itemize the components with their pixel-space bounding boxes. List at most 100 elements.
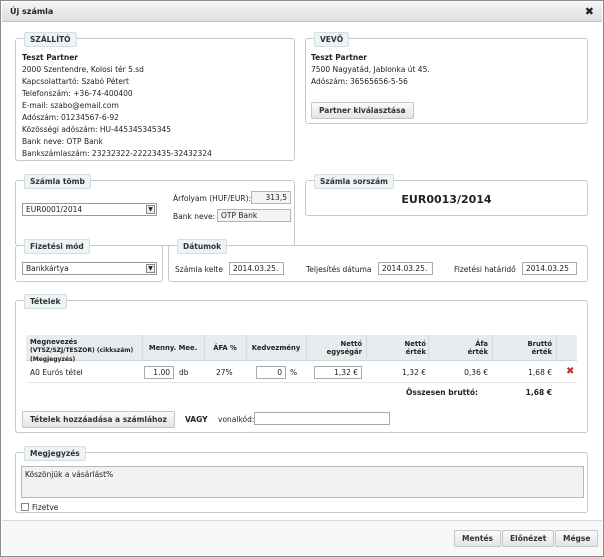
column-divider: [142, 335, 143, 361]
close-icon[interactable]: ✖: [585, 5, 594, 18]
buyer-panel: VEVŐ Teszt Partner 7500 Nagyatád, Jablon…: [305, 32, 588, 124]
chevron-down-icon: ▼: [146, 264, 155, 273]
barcode-input[interactable]: [254, 412, 390, 425]
col-vat-header: ÁFA %: [213, 344, 237, 352]
column-divider: [246, 335, 247, 361]
item-name: A0 Eurós tétel: [30, 368, 83, 377]
seller-legend: SZÁLLÍTÓ: [24, 32, 77, 47]
invoice-serial-panel: Számla sorszám EUR0013/2014: [305, 174, 588, 216]
seller-eu-tax-number: Közösségi adószám: HU-445345345345: [22, 125, 172, 134]
col-unit-net-header: Nettó egységár: [308, 340, 362, 356]
seller-panel: SZÁLLÍTÓ Teszt Partner 2000 Szentendre, …: [15, 32, 295, 161]
fulfilment-date-label: Teljesítés dátuma: [306, 265, 372, 274]
dialog-title: Új számla: [10, 7, 54, 16]
column-divider: [306, 335, 307, 361]
due-date-field[interactable]: 2014.03.25: [522, 262, 577, 275]
item-unit: db: [179, 368, 189, 377]
payment-method-selected: Bankkártya: [26, 264, 69, 273]
col-name-subtitle-2: (Megjegyzés): [30, 356, 76, 363]
due-date-label: Fizetési határidő: [454, 265, 516, 274]
seller-account: Bankszámlaszám: 23232322-22223435-324323…: [22, 149, 212, 158]
new-invoice-dialog: Új számla ✖ SZÁLLÍTÓ Teszt Partner 2000 …: [0, 0, 604, 557]
bank-name-label: Bank neve:: [173, 212, 216, 221]
col-vat-value-title: Áfa: [475, 340, 488, 348]
seller-tax-number: Adószám: 01234567-6-92: [22, 113, 119, 122]
select-partner-button[interactable]: Partner kiválasztása: [311, 102, 414, 119]
item-discount-input[interactable]: 0: [256, 366, 286, 379]
dialog-footer: Mentés Előnézet Mégse: [2, 520, 602, 555]
item-quantity-input[interactable]: 1.00: [144, 366, 174, 379]
column-divider: [556, 335, 557, 361]
col-name-subtitle-1: (VTSZ/SZJ/TESZOR) (cikkszám): [30, 347, 134, 354]
payment-method-select[interactable]: Bankkártya ▼: [22, 262, 157, 275]
col-net-header: Nettó érték: [368, 340, 426, 356]
invoice-block-selected: EUR0001/2014: [26, 205, 83, 214]
invoice-serial-legend: Számla sorszám: [314, 174, 394, 189]
note-textarea[interactable]: Köszönjük a vásárlást%: [21, 466, 584, 498]
col-discount-header: Kedvezmény: [251, 344, 301, 352]
chevron-down-icon: ▼: [146, 205, 155, 214]
col-vat-value-header: Áfa érték: [430, 340, 488, 356]
dates-panel: Dátumok Számla kelte 2014.03.25. Teljesí…: [168, 239, 588, 282]
seller-email: E-mail: szabo@email.com: [22, 101, 119, 110]
col-unit-net-subtitle: egységár: [326, 348, 362, 356]
preview-button[interactable]: Előnézet: [502, 530, 555, 547]
payment-method-panel: Fizetési mód Bankkártya ▼: [15, 239, 163, 282]
col-net-title: Nettó: [404, 340, 426, 348]
seller-bank: Bank neve: OTP Bank: [22, 137, 103, 146]
dialog-body: SZÁLLÍTÓ Teszt Partner 2000 Szentendre, …: [2, 23, 602, 520]
table-row: A0 Eurós tétel 1.00 db 27% 0 % 1,32 € 1,…: [26, 363, 577, 383]
buyer-address: 7500 Nagyatád, Jablonka út 45.: [311, 65, 430, 74]
seller-address: 2000 Szentendre, Kolosi tér 5.sd: [22, 65, 144, 74]
dialog-titlebar: Új számla ✖: [2, 2, 602, 22]
issue-date-field[interactable]: 2014.03.25.: [229, 262, 284, 275]
col-gross-subtitle: érték: [531, 348, 552, 356]
item-discount-unit: %: [290, 368, 298, 377]
bank-name-value: OTP Bank: [217, 209, 291, 222]
total-gross-label: Összesen bruttó:: [406, 388, 478, 397]
item-vat-rate: 27%: [216, 368, 233, 377]
col-name-title: Megnevezés: [30, 338, 78, 346]
delete-row-icon[interactable]: ✖: [566, 366, 574, 377]
or-label: VAGY: [185, 415, 208, 424]
col-gross-title: Bruttó: [527, 340, 552, 348]
exchange-rate-value: 313,5: [251, 191, 291, 204]
invoice-serial-number: EUR0013/2014: [401, 193, 492, 206]
col-name-header: Megnevezés (VTSZ/SZJ/TESZOR) (cikkszám) …: [30, 338, 133, 364]
add-items-button[interactable]: Tételek hozzáadása a számlához: [22, 411, 175, 428]
cancel-button[interactable]: Mégse: [555, 530, 599, 547]
buyer-legend: VEVŐ: [314, 32, 350, 47]
note-legend: Megjegyzés: [24, 446, 86, 461]
paid-checkbox[interactable]: [21, 503, 29, 511]
buyer-name: Teszt Partner: [311, 53, 367, 62]
invoice-block-select[interactable]: EUR0001/2014 ▼: [22, 203, 157, 216]
col-qty-header: Menny. Mee.: [148, 344, 198, 352]
buyer-tax-number: Adószám: 36565656-5-56: [311, 77, 408, 86]
save-button[interactable]: Mentés: [454, 530, 502, 547]
exchange-rate-label: Árfolyam (HUF/EUR):: [173, 194, 252, 203]
column-divider: [428, 335, 429, 361]
barcode-label: vonalkód:: [218, 415, 255, 424]
note-panel: Megjegyzés Köszönjük a vásárlást% Fizetv…: [15, 446, 588, 513]
invoice-block-panel: Számla tömb EUR0001/2014 ▼ Árfolyam (HUF…: [15, 174, 295, 246]
item-unit-price-input[interactable]: 1,32 €: [314, 366, 362, 379]
item-vat-value: 0,36 €: [464, 368, 488, 377]
seller-contact: Kapcsolattartó: Szabó Pétert: [22, 77, 129, 86]
seller-name: Teszt Partner: [22, 53, 78, 62]
seller-phone: Telefonszám: +36-74-400400: [22, 89, 133, 98]
invoice-block-legend: Számla tömb: [24, 174, 91, 189]
item-net-value: 1,32 €: [402, 368, 426, 377]
column-divider: [492, 335, 493, 361]
paid-label: Fizetve: [32, 503, 59, 512]
items-legend: Tételek: [24, 294, 67, 309]
col-gross-header: Bruttó érték: [494, 340, 552, 356]
payment-method-legend: Fizetési mód: [24, 239, 90, 254]
col-unit-net-title: Nettó: [340, 340, 362, 348]
item-gross-value: 1,68 €: [528, 368, 552, 377]
total-gross-value: 1,68 €: [525, 388, 552, 397]
column-divider: [366, 335, 367, 361]
fulfilment-date-field[interactable]: 2014.03.25.: [378, 262, 433, 275]
items-table-header: Megnevezés (VTSZ/SZJ/TESZOR) (cikkszám) …: [26, 335, 577, 364]
items-panel: Tételek Megnevezés (VTSZ/SZJ/TESZOR) (ci…: [15, 294, 588, 433]
column-divider: [204, 335, 205, 361]
